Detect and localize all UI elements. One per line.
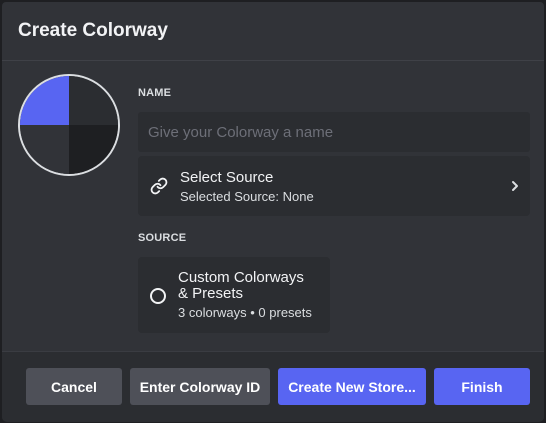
link-icon — [150, 177, 168, 195]
select-source-subtitle: Selected Source: None — [180, 189, 314, 204]
select-source-button[interactable]: Select Source Selected Source: None — [138, 156, 530, 216]
dialog-footer: Cancel Enter Colorway ID Create New Stor… — [2, 351, 544, 422]
preview-swatch-accent — [20, 76, 69, 125]
preview-swatch-primary — [69, 76, 118, 125]
create-colorway-dialog: Create Colorway NAME Select Source Selec… — [0, 0, 546, 423]
source-option-subtitle: 3 colorways • 0 presets — [178, 305, 312, 320]
source-label: SOURCE — [138, 232, 187, 244]
preview-swatch-tertiary — [69, 125, 118, 174]
colorway-name-input[interactable] — [138, 112, 530, 152]
dialog-header: Create Colorway — [2, 2, 544, 61]
source-option-custom-colorways[interactable]: Custom Colorways & Presets 3 colorways •… — [138, 257, 330, 333]
chevron-right-icon — [510, 179, 520, 193]
radio-button[interactable] — [150, 288, 166, 304]
finish-button[interactable]: Finish — [434, 368, 530, 405]
enter-colorway-id-button[interactable]: Enter Colorway ID — [130, 368, 270, 405]
colorway-preview — [18, 74, 120, 176]
preview-swatch-secondary — [20, 125, 69, 174]
dialog-title: Create Colorway — [18, 20, 168, 41]
create-new-store-button[interactable]: Create New Store... — [278, 368, 426, 405]
select-source-title: Select Source — [180, 169, 274, 186]
cancel-button[interactable]: Cancel — [26, 368, 122, 405]
source-option-title: Custom Colorways & Presets — [178, 269, 304, 302]
name-label: NAME — [138, 87, 172, 99]
